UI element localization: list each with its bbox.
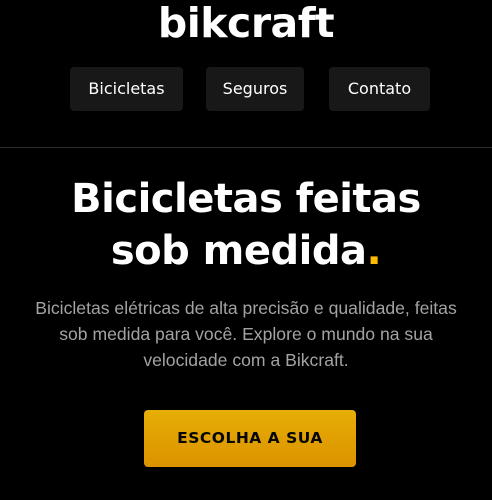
nav-item-bicicletas[interactable]: Bicicletas (70, 67, 183, 111)
hero-title-line-1: Bicicletas feitas (71, 176, 421, 222)
site-header: bikcraft Bicicletas Seguros Contato (0, 0, 492, 148)
accent-dot: . (366, 228, 382, 274)
logo[interactable]: bikcraft (0, 0, 492, 53)
choose-yours-button[interactable]: ESCOLHA A SUA (144, 410, 356, 467)
nav-item-seguros[interactable]: Seguros (206, 67, 304, 111)
nav-item-contato[interactable]: Contato (329, 67, 430, 111)
hero-title-line-2: sob medida (110, 228, 367, 274)
hero-description: Bicicletas elétricas de alta precisão e … (35, 298, 457, 370)
hero-title: Bicicletas feitas sob medida. (0, 173, 492, 277)
main-nav: Bicicletas Seguros Contato (0, 67, 492, 111)
